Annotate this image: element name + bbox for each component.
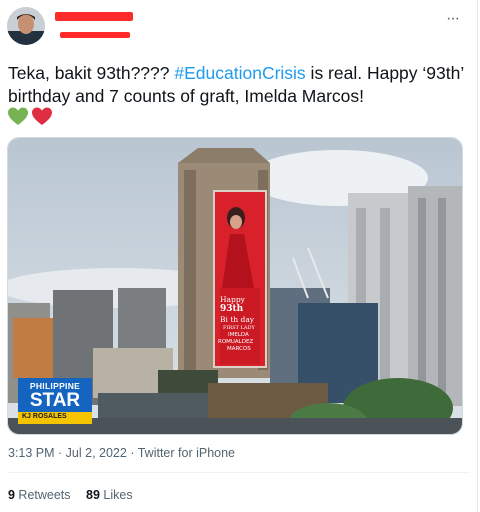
retweets-label: Retweets [14,488,71,502]
hashtag-link[interactable]: #EducationCrisis [174,63,305,83]
billboard-line7: MARCOS [227,346,251,352]
tweet-meta: 3:13 PM · Jul 2, 2022 · Twitter for iPho… [8,446,235,460]
logo-credit-bar: KJ ROSALES [18,412,92,424]
tweet-time[interactable]: 3:13 PM [8,446,55,460]
retweets-stat[interactable]: 9 Retweets [8,488,71,502]
red-heart-icon [32,107,52,125]
avatar[interactable] [7,7,45,45]
logo-line3: KJ ROSALES [22,413,67,420]
billboard-line1: Happy [220,295,245,304]
billboard-line3: Bi th day [220,315,255,324]
tweet-text-part1: Teka, bakit 93th???? [8,63,175,83]
divider [8,472,470,473]
philippine-star-logo: PHILIPPINE STAR KJ ROSALES [18,378,92,424]
meta-separator: · [126,446,138,460]
avatar-photo [7,7,45,45]
meta-separator: · [54,446,66,460]
tweet-source[interactable]: Twitter for iPhone [138,446,235,460]
redacted-username [60,32,130,38]
retweets-count: 9 [8,488,15,502]
billboard-line4: FIRST LADY [223,325,255,331]
tweet-date[interactable]: Jul 2, 2022 [66,446,127,460]
more-options-icon[interactable]: ··· [446,10,460,28]
logo-line2: STAR [29,390,81,411]
likes-label: Likes [99,488,133,502]
tweet-card: ··· Teka, bakit 93th???? #EducationCrisi… [0,0,478,512]
likes-count: 89 [86,488,100,502]
tweet-photo[interactable]: Happy 93th Bi th day FIRST LADY IMELDA R… [7,137,463,435]
tweet-stats: 9 Retweets 89 Likes [8,488,133,502]
likes-stat[interactable]: 89 Likes [86,488,133,502]
green-heart-icon [8,107,28,125]
billboard-line6: ROMUALDEZ [218,339,254,345]
billboard-line2: 93th [220,304,244,314]
tweet-text: Teka, bakit 93th???? #EducationCrisis is… [8,62,468,108]
billboard-line5: IMELDA [228,332,249,338]
emoji-row [8,107,54,125]
redacted-display-name [55,12,133,21]
